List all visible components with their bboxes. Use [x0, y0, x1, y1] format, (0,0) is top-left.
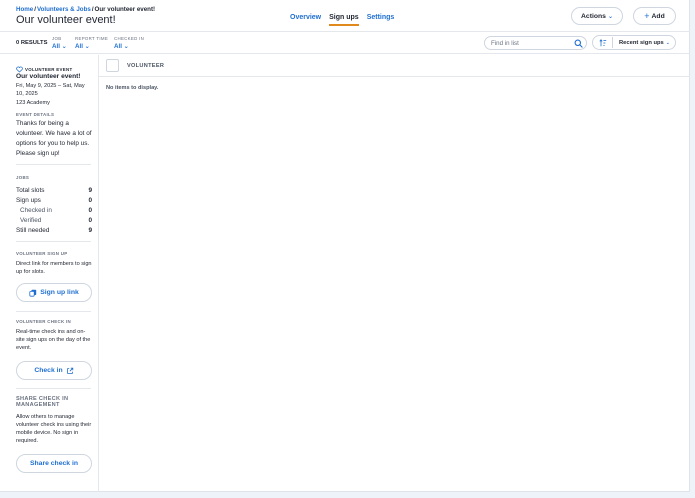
tab-sign-ups[interactable]: Sign ups — [329, 14, 359, 26]
sign-up-link-label: Sign up link — [40, 289, 79, 296]
stat-value: 9 — [88, 227, 92, 235]
chevron-down-icon: ⌄ — [84, 43, 90, 50]
event-sidebar: VOLUNTEER EVENT Our volunteer event! Fri… — [0, 55, 99, 492]
sort-divider — [612, 37, 613, 48]
filter-report-time-label: REPORT TIME — [75, 36, 109, 41]
actions-button-label: Actions — [581, 12, 606, 20]
sort-icon — [599, 38, 607, 46]
chevron-down-icon: ⌄ — [607, 13, 613, 20]
share-check-in-text: Allow others to manage volunteer check i… — [16, 414, 92, 444]
sort-button[interactable]: Recent sign ups ⌄ — [592, 35, 676, 50]
event-label-text: VOLUNTEER EVENT — [25, 67, 73, 72]
tab-bar: Overview Sign ups Settings — [290, 14, 394, 26]
breadcrumb-current: Our volunteer event! — [94, 6, 156, 13]
event-dates: Fri, May 9, 2025 – Sat, May 10, 2025 — [16, 83, 85, 97]
select-all-checkbox[interactable] — [106, 59, 119, 72]
divider — [16, 388, 91, 389]
chevron-down-icon: ⌄ — [61, 43, 67, 50]
actions-button[interactable]: Actions ⌄ — [571, 7, 623, 25]
jobs-label: JOBS — [16, 175, 30, 180]
tab-overview[interactable]: Overview — [290, 14, 321, 26]
page-title: Our volunteer event! — [16, 14, 116, 26]
search-box — [484, 36, 587, 50]
filter-report-time-value: All — [75, 43, 83, 50]
page: Home/Volunteers & Jobs/Our volunteer eve… — [0, 0, 690, 492]
stat-sign-ups: Sign ups 0 — [16, 195, 92, 205]
stat-checked-in: Checked in 0 — [16, 205, 92, 215]
volunteer-check-in-label: VOLUNTEER CHECK IN — [16, 319, 71, 324]
breadcrumb-home-link[interactable]: Home — [16, 6, 33, 13]
sort-label: Recent sign ups — [619, 39, 664, 46]
results-count: 0 RESULTS — [16, 40, 48, 46]
filter-job[interactable]: JOB All ⌄ — [52, 36, 67, 50]
share-check-in-label-text: Share check in — [30, 460, 78, 467]
divider — [16, 241, 91, 242]
check-in-button[interactable]: Check in — [16, 361, 92, 380]
stat-label: Total slots — [16, 186, 45, 194]
filter-job-value: All — [52, 43, 60, 50]
stat-still-needed: Still needed 9 — [16, 226, 92, 236]
divider — [16, 311, 91, 312]
tab-settings[interactable]: Settings — [367, 14, 395, 26]
check-in-label: Check in — [34, 367, 63, 374]
add-button[interactable]: + Add — [633, 7, 676, 25]
table-header — [99, 55, 690, 77]
event-label: VOLUNTEER EVENT — [16, 66, 72, 73]
filter-job-label: JOB — [52, 36, 62, 41]
stat-label: Still needed — [16, 227, 50, 235]
breadcrumb-separator: / — [34, 6, 36, 13]
jobs-stats: Total slots 9 Sign ups 0 Checked in 0 Verif… — [16, 185, 92, 236]
event-location: 123 Academy — [16, 100, 50, 106]
stat-label: Verified — [20, 217, 42, 225]
event-details-text: Thanks for being a volunteer. We have a … — [16, 120, 92, 157]
share-check-in-label: SHARE CHECK IN MANAGEMENT — [16, 396, 69, 408]
external-link-icon — [66, 367, 73, 374]
stat-verified: Verified 0 — [16, 216, 92, 226]
event-details-label: EVENT DETAILS — [16, 112, 55, 117]
volunteer-sign-up-label: VOLUNTEER SIGN UP — [16, 251, 68, 256]
filter-checked-in[interactable]: CHECKED IN All ⌄ — [114, 36, 144, 50]
stat-label: Checked in — [20, 206, 52, 214]
chevron-down-icon: ⌄ — [665, 39, 670, 46]
search-input[interactable] — [491, 38, 569, 49]
chevron-down-icon: ⌄ — [123, 43, 129, 50]
add-button-label: Add — [651, 12, 665, 20]
page-header: Home/Volunteers & Jobs/Our volunteer eve… — [0, 0, 690, 32]
sign-up-link-button[interactable]: Sign up link — [16, 283, 92, 302]
stat-total-slots: Total slots 9 — [16, 185, 92, 195]
filter-checked-in-label: CHECKED IN — [114, 36, 145, 41]
share-check-in-button[interactable]: Share check in — [16, 454, 92, 473]
filter-report-time[interactable]: REPORT TIME All ⌄ — [75, 36, 108, 50]
breadcrumb-separator: / — [91, 6, 94, 13]
plus-icon: + — [644, 11, 650, 21]
copy-icon — [29, 289, 37, 297]
stat-value: 0 — [88, 206, 92, 214]
event-title: Our volunteer event! — [16, 73, 81, 80]
heart-icon — [16, 66, 23, 73]
stat-value: 9 — [88, 186, 92, 194]
breadcrumb: Home/Volunteers & Jobs/Our volunteer eve… — [16, 6, 155, 13]
search-icon[interactable] — [574, 39, 583, 48]
filter-checked-in-value: All — [114, 43, 122, 50]
stat-label: Sign ups — [16, 196, 41, 204]
column-header-volunteer[interactable]: VOLUNTEER — [127, 63, 164, 69]
empty-state-message: No items to display. — [106, 85, 159, 91]
volunteer-sign-up-text: Direct link for members to sign up for s… — [16, 261, 92, 275]
breadcrumb-section-link[interactable]: Volunteers & Jobs — [37, 6, 91, 13]
divider — [16, 164, 91, 165]
volunteer-check-in-text: Real-time check ins and on-site sign ups… — [16, 329, 91, 351]
stat-value: 0 — [88, 196, 92, 204]
stat-value: 0 — [88, 217, 92, 225]
